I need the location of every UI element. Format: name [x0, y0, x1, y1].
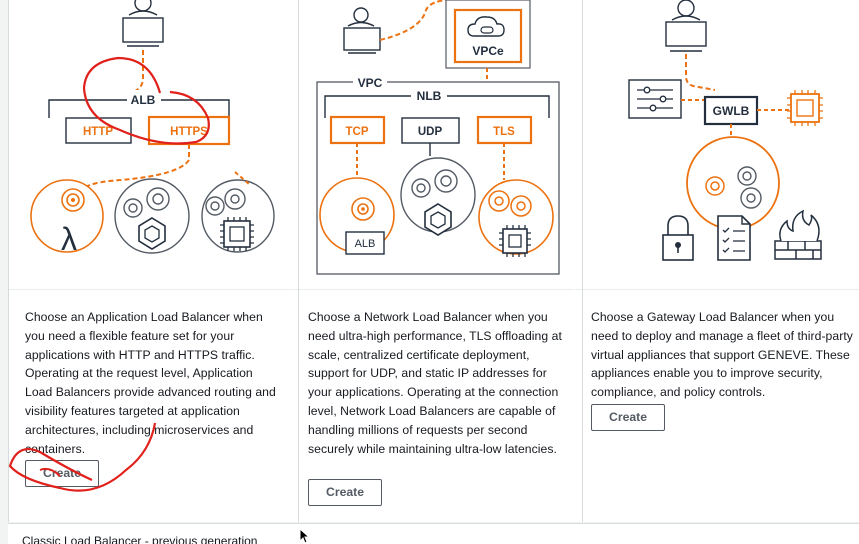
classic-load-balancer-section[interactable]: Classic Load Balancer - previous generat… — [8, 523, 859, 544]
gwlb-description: Choose a Gateway Load Balancer when you … — [591, 310, 853, 400]
create-nlb-button[interactable]: Create — [308, 479, 382, 506]
nlb-label: NLB — [417, 89, 442, 103]
https-listener-label: HTTPS — [170, 126, 208, 138]
nlb-card: VPCe VPC NLB TCP UDP TLS ALB Choose a Ne… — [291, 0, 574, 522]
gwlb-label: GWLB — [713, 104, 750, 118]
page: ALB HTTP HTTPS λ Choose an Application L… — [0, 0, 859, 544]
create-alb-button[interactable]: Create — [25, 460, 99, 487]
alb-description: Choose an Application Load Balancer when… — [25, 310, 276, 456]
container-target-icon — [114, 178, 190, 254]
vpce-label: VPCe — [472, 44, 504, 58]
alb-target-icon: ALB — [319, 177, 395, 255]
firewall-icon — [774, 209, 822, 260]
udp-listener-label: UDP — [418, 126, 443, 138]
target-alb-label: ALB — [355, 238, 376, 250]
lock-icon — [662, 215, 694, 261]
vpc-label: VPC — [358, 76, 383, 90]
load-balancer-types: ALB HTTP HTTPS λ Choose an Application L… — [8, 0, 859, 522]
tls-listener-label: TLS — [493, 126, 515, 138]
classic-load-balancer-label[interactable]: Classic Load Balancer - previous generat… — [22, 534, 257, 544]
gwlb-card: GWLB Choose a Gateway Load Balancer when… — [575, 0, 859, 522]
checklist-icon — [717, 215, 751, 261]
chip-target-icon — [201, 179, 275, 253]
create-gwlb-button[interactable]: Create — [591, 404, 665, 431]
mouse-cursor-icon — [299, 528, 311, 544]
lambda-target-icon: λ — [30, 179, 104, 257]
alb-label: ALB — [131, 93, 156, 107]
tcp-listener-label: TCP — [346, 126, 369, 138]
nlb-description: Choose a Network Load Balancer when you … — [308, 310, 562, 456]
user-computer-icon — [122, 0, 164, 47]
alb-illustration: ALB HTTP HTTPS λ — [9, 0, 290, 290]
gwlb-illustration: GWLB — [575, 0, 859, 290]
nlb-illustration: VPCe VPC NLB TCP UDP TLS ALB — [291, 0, 574, 290]
container-target-icon — [400, 157, 476, 236]
http-listener-label: HTTP — [83, 126, 113, 138]
appliance-settings-icon — [628, 79, 682, 119]
alb-card: ALB HTTP HTTPS λ Choose an Application L… — [9, 0, 290, 522]
svg-text:λ: λ — [61, 221, 77, 257]
chip-icon — [787, 90, 823, 126]
chip-target-icon — [478, 179, 554, 257]
user-computer-icon — [343, 7, 381, 54]
user-computer-icon — [665, 0, 707, 52]
